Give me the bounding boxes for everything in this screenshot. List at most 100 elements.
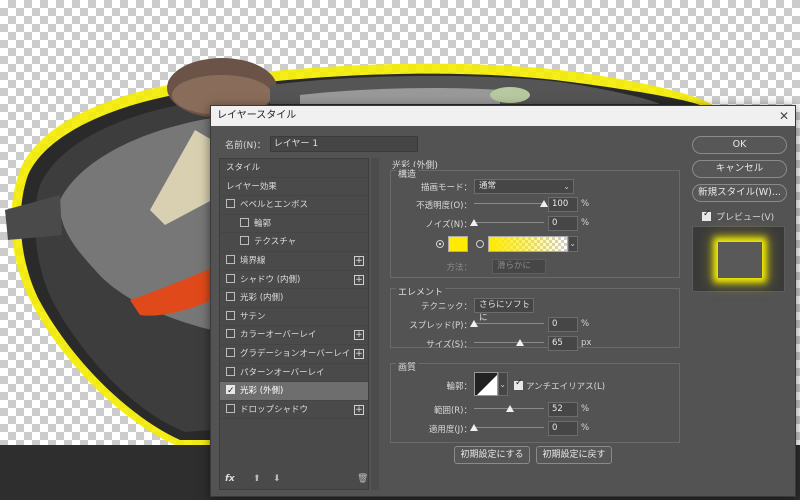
style-list-item-inner-glow[interactable]: 光彩 (内側) — [220, 289, 368, 308]
style-list-item-styles[interactable]: スタイル — [220, 159, 368, 178]
layer-style-dialog: レイヤースタイル ✕ 名前(N)： レイヤー 1 スタイル レイヤー効果 ベベル… — [210, 105, 796, 497]
style-list-label: カラーオーバーレイ — [240, 330, 317, 341]
inner-shadow-checkbox[interactable] — [226, 273, 235, 283]
jitter-slider[interactable] — [470, 422, 544, 432]
style-list-label: 輪郭 — [254, 218, 272, 229]
style-list-label: ベベルとエンボス — [240, 200, 309, 211]
slider-thumb[interactable] — [470, 424, 478, 431]
gradient-overlay-checkbox[interactable] — [226, 347, 235, 357]
style-list-item-satin[interactable]: サテン — [220, 308, 368, 327]
pattern-overlay-checkbox[interactable] — [226, 366, 235, 376]
slider-thumb[interactable] — [540, 200, 548, 207]
contour-checkbox[interactable] — [240, 217, 249, 227]
ok-button[interactable]: OK — [692, 136, 787, 154]
antialias-checkbox[interactable] — [514, 378, 523, 390]
chevron-down-icon: ⌄ — [569, 239, 576, 248]
range-slider[interactable] — [474, 403, 544, 413]
reset-default-button[interactable]: 初期設定に戻す — [536, 446, 612, 464]
preview-checkbox[interactable] — [702, 209, 711, 221]
gradient-radio[interactable] — [476, 240, 484, 248]
style-list-item-drop-shadow[interactable]: ドロップシャドウ + — [220, 401, 368, 420]
arrow-up-icon[interactable]: ⬆ — [253, 474, 261, 484]
color-overlay-checkbox[interactable] — [226, 329, 235, 339]
style-list-label: グラデーションオーバーレイ — [240, 348, 351, 359]
add-inner-shadow-icon[interactable]: + — [354, 274, 364, 285]
outer-glow-panel: 光彩 (外側) 構造 描画モード： 通常 ⌄ 不透明度(O)： 100 % ノイズ… — [384, 158, 680, 464]
opacity-slider[interactable] — [474, 198, 548, 208]
slider-thumb[interactable] — [470, 320, 478, 327]
style-list-item-texture[interactable]: テクスチャ — [220, 233, 368, 252]
opacity-input[interactable]: 100 — [548, 197, 578, 212]
jitter-label: 適用度(J)： — [428, 425, 472, 435]
elements-title: エレメント — [396, 285, 446, 298]
antialias-label: アンチエイリアス(L) — [526, 382, 606, 392]
bevel-checkbox[interactable] — [226, 199, 235, 209]
noise-slider[interactable] — [470, 217, 544, 227]
style-list-scrollbar[interactable] — [371, 158, 379, 490]
style-list-item-layer-effects[interactable]: レイヤー効果 — [220, 178, 368, 197]
size-slider[interactable] — [474, 337, 544, 347]
add-gradient-overlay-icon[interactable]: + — [354, 348, 364, 359]
blend-mode-select[interactable]: 通常 ⌄ — [474, 179, 574, 194]
make-default-button[interactable]: 初期設定にする — [454, 446, 530, 464]
cancel-button[interactable]: キャンセル — [692, 160, 787, 178]
style-list-item-inner-shadow[interactable]: シャドウ (内側) + — [220, 271, 368, 290]
noise-input[interactable]: 0 — [548, 216, 578, 231]
slider-track — [474, 427, 544, 428]
satin-checkbox[interactable] — [226, 310, 235, 320]
contour-picker-button[interactable]: ⌄ — [498, 372, 508, 396]
add-stroke-icon[interactable]: + — [354, 255, 364, 266]
range-input[interactable]: 52 — [548, 402, 578, 417]
style-list-item-contour[interactable]: 輪郭 — [220, 215, 368, 234]
style-list-item-pattern-overlay[interactable]: パターンオーバーレイ — [220, 364, 368, 383]
spread-label: スプレッド(P)： — [409, 321, 472, 331]
dialog-titlebar: レイヤースタイル ✕ — [211, 106, 795, 126]
range-label: 範囲(R)： — [433, 406, 472, 416]
add-drop-shadow-icon[interactable]: + — [354, 404, 364, 415]
fx-icon[interactable]: fx — [225, 474, 235, 484]
inner-glow-checkbox[interactable] — [226, 292, 235, 302]
technique-select[interactable]: さらにソフトに ⌄ — [474, 298, 534, 323]
new-style-button[interactable]: 新規スタイル(W)... — [692, 184, 787, 202]
slider-thumb[interactable] — [470, 219, 478, 226]
method-label: 方法： — [446, 263, 472, 273]
blend-mode-label: 描画モード： — [420, 183, 472, 193]
add-color-overlay-icon[interactable]: + — [354, 330, 364, 341]
size-input[interactable]: 65 — [548, 336, 578, 351]
jitter-input[interactable]: 0 — [548, 421, 578, 436]
glow-gradient-swatch[interactable] — [488, 236, 568, 252]
layer-name-input[interactable]: レイヤー 1 — [269, 136, 418, 152]
percent-unit: % — [581, 404, 590, 414]
contour-preview[interactable] — [474, 372, 498, 396]
blend-mode-value: 通常 — [479, 181, 497, 191]
style-list-label: スタイル — [226, 163, 261, 173]
texture-checkbox[interactable] — [240, 236, 249, 246]
stroke-checkbox[interactable] — [226, 254, 235, 264]
outer-glow-checkbox[interactable] — [226, 382, 235, 400]
solid-color-radio[interactable] — [436, 240, 444, 248]
chevron-down-icon: ⌄ — [499, 380, 506, 389]
slider-thumb[interactable] — [506, 405, 515, 412]
percent-unit: % — [581, 218, 590, 228]
trash-icon[interactable]: 🗑 — [357, 474, 368, 484]
slider-thumb[interactable] — [515, 339, 524, 346]
arrow-down-icon[interactable]: ⬇ — [273, 474, 281, 484]
gradient-picker-button[interactable]: ⌄ — [568, 236, 578, 252]
style-list-item-gradient-overlay[interactable]: グラデーションオーバーレイ + — [220, 345, 368, 364]
method-select: 滑らかに — [492, 259, 546, 274]
drop-shadow-checkbox[interactable] — [226, 403, 235, 413]
glow-color-swatch[interactable] — [448, 236, 468, 252]
spread-input[interactable]: 0 — [548, 317, 578, 332]
slider-track — [474, 222, 544, 223]
style-list-item-stroke[interactable]: 境界線 + — [220, 252, 368, 271]
style-list-item-outer-glow[interactable]: 光彩 (外側) — [220, 382, 368, 401]
slider-track — [474, 342, 544, 343]
chevron-down-icon: ⌄ — [523, 301, 530, 310]
close-icon[interactable]: ✕ — [779, 106, 789, 126]
spread-slider[interactable] — [470, 318, 544, 328]
style-list-item-bevel-emboss[interactable]: ベベルとエンボス — [220, 196, 368, 215]
slider-track — [474, 323, 544, 324]
style-list-item-color-overlay[interactable]: カラーオーバーレイ + — [220, 326, 368, 345]
opacity-label: 不透明度(O)： — [416, 201, 472, 211]
preview-label: プレビュー(V) — [716, 213, 775, 223]
